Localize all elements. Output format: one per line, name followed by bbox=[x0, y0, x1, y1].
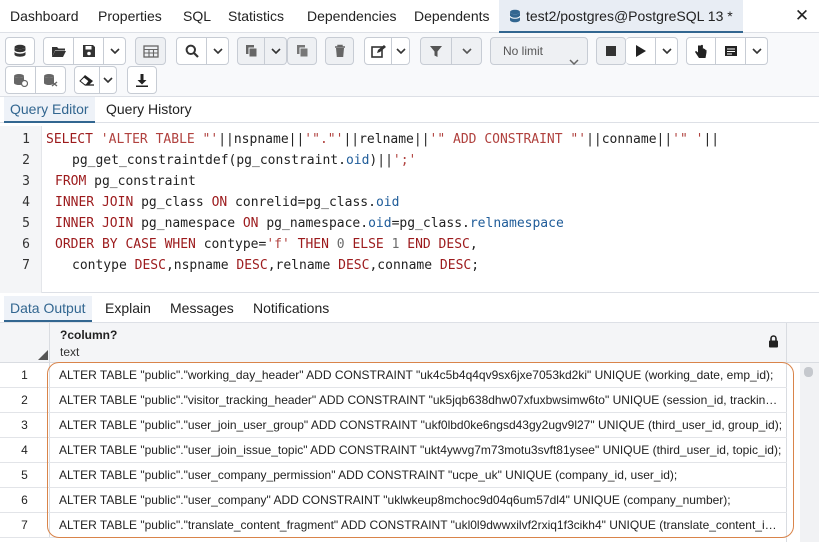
tab-query-tool[interactable]: test2/postgres@PostgreSQL 13 * bbox=[499, 0, 743, 33]
open-file-icon[interactable] bbox=[43, 37, 74, 65]
clear-options-chevron-icon[interactable] bbox=[100, 66, 117, 94]
table-row: 2 ALTER TABLE "public"."visitor_tracking… bbox=[0, 388, 787, 413]
save-options-chevron-icon[interactable] bbox=[104, 37, 126, 65]
row-number[interactable]: 7 bbox=[0, 513, 50, 537]
code-line-2: pg_get_constraintdef(pg_constraint.oid)|… bbox=[72, 153, 417, 168]
grid-header: ?column? text bbox=[0, 323, 819, 363]
sort-corner-icon bbox=[38, 350, 48, 360]
tab-dependents[interactable]: Dependents bbox=[414, 0, 490, 33]
row-limit-value: No limit bbox=[503, 44, 544, 58]
code-line-6: ORDER BY CASE WHEN contype='f' THEN 0 EL… bbox=[55, 237, 478, 252]
table-row: 3 ALTER TABLE "public"."user_join_user_g… bbox=[0, 413, 787, 438]
data-output-grid: ?column? text 1 ALTER TABLE "public"."wo… bbox=[0, 323, 819, 542]
tab-dashboard[interactable]: Dashboard bbox=[10, 0, 79, 33]
tab-data-output[interactable]: Data Output bbox=[4, 296, 92, 322]
tab-query-tool-label: test2/postgres@PostgreSQL 13 * bbox=[526, 8, 733, 24]
tab-properties[interactable]: Properties bbox=[98, 0, 162, 33]
tab-query-editor[interactable]: Query Editor bbox=[4, 97, 95, 123]
line-number: 5 bbox=[22, 216, 30, 231]
explain-analyze-icon[interactable] bbox=[716, 37, 746, 65]
line-number: 3 bbox=[22, 174, 30, 189]
tab-query-history[interactable]: Query History bbox=[106, 97, 192, 123]
main-tab-bar: Dashboard Properties SQL Statistics Depe… bbox=[0, 0, 819, 33]
table-cell[interactable]: ALTER TABLE "public"."user_company_permi… bbox=[59, 463, 783, 487]
copy-icon[interactable] bbox=[237, 37, 265, 65]
line-number: 4 bbox=[22, 195, 30, 210]
line-number: 7 bbox=[22, 258, 30, 273]
code-line-1: SELECT 'ALTER TABLE "'||nspname||'"."'||… bbox=[46, 132, 720, 147]
explain-options-chevron-icon[interactable] bbox=[746, 37, 768, 65]
execute-play-icon[interactable] bbox=[626, 37, 656, 65]
find-search-icon[interactable] bbox=[176, 37, 207, 65]
tab-sql[interactable]: SQL bbox=[183, 0, 211, 33]
column-type: text bbox=[60, 345, 80, 359]
column-name[interactable]: ?column? bbox=[60, 328, 117, 342]
table-row: 5 ALTER TABLE "public"."user_company_per… bbox=[0, 463, 787, 488]
explain-pointer-icon[interactable] bbox=[686, 37, 716, 65]
line-number: 6 bbox=[22, 237, 30, 252]
row-number[interactable]: 3 bbox=[0, 413, 50, 437]
line-number: 2 bbox=[22, 153, 30, 168]
tab-messages[interactable]: Messages bbox=[170, 296, 234, 322]
row-number[interactable]: 4 bbox=[0, 438, 50, 462]
stop-icon[interactable] bbox=[596, 37, 626, 65]
tab-explain[interactable]: Explain bbox=[105, 296, 151, 322]
tab-notifications[interactable]: Notifications bbox=[253, 296, 329, 322]
paste-icon[interactable] bbox=[287, 37, 317, 65]
download-icon[interactable] bbox=[127, 66, 157, 94]
edit-options-chevron-icon[interactable] bbox=[392, 37, 410, 65]
table-cell[interactable]: ALTER TABLE "public"."user_join_issue_to… bbox=[59, 438, 783, 462]
select-all-corner[interactable] bbox=[0, 323, 50, 363]
code-line-5: INNER JOIN pg_namespace ON pg_namespace.… bbox=[55, 216, 564, 231]
table-cell[interactable]: ALTER TABLE "public"."translate_content_… bbox=[59, 513, 783, 537]
rollback-icon[interactable] bbox=[36, 66, 66, 94]
row-limit-chevron-icon bbox=[569, 48, 579, 74]
delete-trash-icon[interactable] bbox=[325, 37, 354, 65]
database-icon bbox=[509, 2, 521, 35]
query-toolbar: No limit bbox=[0, 33, 819, 97]
row-number[interactable]: 5 bbox=[0, 463, 50, 487]
find-options-chevron-icon[interactable] bbox=[207, 37, 229, 65]
code-line-7: contype DESC,nspname DESC,relname DESC,c… bbox=[72, 258, 480, 273]
database-server-icon[interactable] bbox=[5, 37, 35, 65]
save-icon[interactable] bbox=[74, 37, 104, 65]
row-number[interactable]: 1 bbox=[0, 363, 50, 387]
editor-tab-bar: Query Editor Query History bbox=[0, 97, 819, 123]
grid-scrollbar-thumb[interactable] bbox=[804, 367, 813, 377]
execute-options-chevron-icon[interactable] bbox=[656, 37, 678, 65]
code-line-4: INNER JOIN pg_class ON conrelid=pg_class… bbox=[55, 195, 400, 210]
tab-dependencies[interactable]: Dependencies bbox=[307, 0, 397, 33]
tab-statistics[interactable]: Statistics bbox=[228, 0, 284, 33]
table-cell[interactable]: ALTER TABLE "public"."visitor_tracking_h… bbox=[59, 388, 783, 412]
code-line-3: FROM pg_constraint bbox=[55, 174, 196, 189]
line-number-gutter: 1 2 3 4 5 6 7 bbox=[0, 126, 42, 293]
close-icon[interactable]: ✕ bbox=[792, 4, 812, 28]
grid-scrollbar[interactable] bbox=[800, 363, 819, 542]
table-row: 1 ALTER TABLE "public"."working_day_head… bbox=[0, 363, 787, 388]
copy-options-chevron-icon[interactable] bbox=[265, 37, 287, 65]
sql-editor[interactable]: 1 2 3 4 5 6 7 SELECT 'ALTER TABLE "'||ns… bbox=[0, 126, 819, 293]
edit-grid-icon[interactable] bbox=[135, 37, 166, 65]
row-number[interactable]: 6 bbox=[0, 488, 50, 512]
clear-eraser-icon[interactable] bbox=[74, 66, 100, 94]
table-cell[interactable]: ALTER TABLE "public"."user_company" ADD … bbox=[59, 488, 783, 512]
row-limit-select[interactable]: No limit bbox=[490, 37, 588, 66]
table-cell[interactable]: ALTER TABLE "public"."user_join_user_gro… bbox=[59, 413, 783, 437]
lock-icon bbox=[768, 335, 779, 351]
table-row: 4 ALTER TABLE "public"."user_join_issue_… bbox=[0, 438, 787, 463]
edit-pencil-icon[interactable] bbox=[364, 37, 392, 65]
table-cell[interactable]: ALTER TABLE "public"."working_day_header… bbox=[59, 363, 783, 387]
table-row: 6 ALTER TABLE "public"."user_company" AD… bbox=[0, 488, 787, 513]
output-tab-bar: Data Output Explain Messages Notificatio… bbox=[0, 296, 819, 323]
line-number: 1 bbox=[22, 132, 30, 147]
filter-options-chevron-icon[interactable] bbox=[452, 37, 482, 65]
table-row: 7 ALTER TABLE "public"."translate_conten… bbox=[0, 513, 787, 538]
row-number[interactable]: 2 bbox=[0, 388, 50, 412]
filter-icon[interactable] bbox=[420, 37, 452, 65]
commit-icon[interactable] bbox=[5, 66, 36, 94]
